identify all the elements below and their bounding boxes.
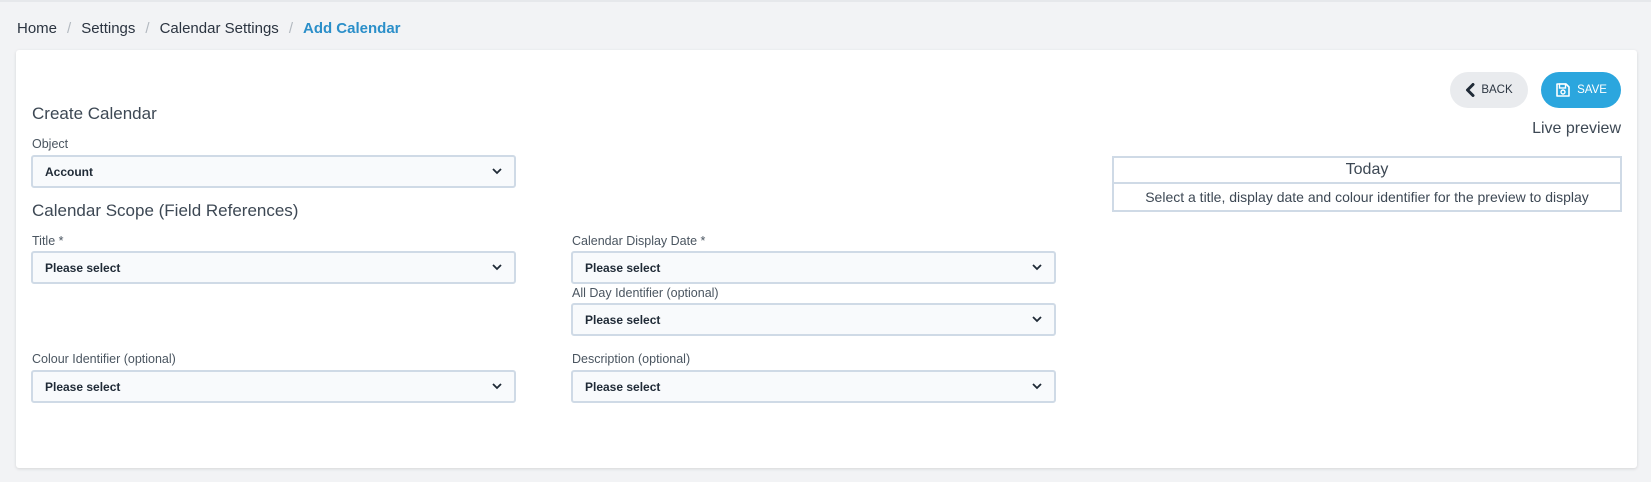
colour-label: Colour Identifier (optional)	[32, 352, 176, 366]
all-day-select-value: Please select	[585, 312, 661, 327]
all-day-label: All Day Identifier (optional)	[572, 286, 719, 300]
breadcrumb-separator: /	[288, 19, 293, 37]
back-button[interactable]: BACK	[1450, 72, 1528, 108]
top-border	[0, 0, 1651, 2]
breadcrumb-home[interactable]: Home	[17, 20, 57, 37]
object-label: Object	[32, 137, 69, 151]
display-date-select-value: Please select	[585, 260, 661, 275]
title-label: Title *	[32, 234, 64, 248]
title-select-value: Please select	[45, 260, 121, 275]
chevron-down-icon	[1031, 381, 1043, 393]
colour-select[interactable]: Please select	[31, 370, 516, 403]
preview-table: Today Select a title, display date and c…	[1112, 156, 1622, 212]
breadcrumb: Home / Settings / Calendar Settings / Ad…	[17, 18, 401, 38]
preview-message: Select a title, display date and colour …	[1145, 189, 1589, 205]
chevron-down-icon	[1031, 314, 1043, 326]
chevron-down-icon	[491, 166, 503, 178]
live-preview-title: Live preview	[1532, 120, 1621, 137]
chevron-down-icon	[1031, 262, 1043, 274]
floppy-disk-icon	[1556, 83, 1570, 97]
chevron-down-icon	[491, 381, 503, 393]
description-select[interactable]: Please select	[571, 370, 1056, 403]
object-select[interactable]: Account	[31, 155, 516, 188]
display-date-select[interactable]: Please select	[571, 251, 1056, 284]
save-button-label: SAVE	[1577, 84, 1607, 96]
form-title: Create Calendar	[32, 104, 157, 123]
form-card: BACK SAVE Create Calendar Object Account…	[16, 50, 1637, 468]
title-select[interactable]: Please select	[31, 251, 516, 284]
all-day-select[interactable]: Please select	[571, 303, 1056, 336]
save-button[interactable]: SAVE	[1541, 72, 1621, 108]
display-date-label: Calendar Display Date *	[572, 234, 706, 248]
scope-title: Calendar Scope (Field References)	[32, 201, 299, 220]
description-label: Description (optional)	[572, 352, 691, 366]
preview-header: Today	[1114, 158, 1620, 184]
colour-select-value: Please select	[45, 379, 121, 394]
breadcrumb-settings[interactable]: Settings	[81, 20, 135, 37]
breadcrumb-separator: /	[67, 19, 72, 37]
chevron-down-icon	[491, 262, 503, 274]
description-select-value: Please select	[585, 379, 661, 394]
breadcrumb-separator: /	[145, 19, 150, 37]
chevron-left-icon	[1466, 83, 1475, 97]
back-button-label: BACK	[1481, 84, 1513, 96]
breadcrumb-calendar-settings[interactable]: Calendar Settings	[160, 20, 279, 37]
breadcrumb-current: Add Calendar	[302, 19, 401, 37]
object-select-value: Account	[45, 164, 93, 179]
